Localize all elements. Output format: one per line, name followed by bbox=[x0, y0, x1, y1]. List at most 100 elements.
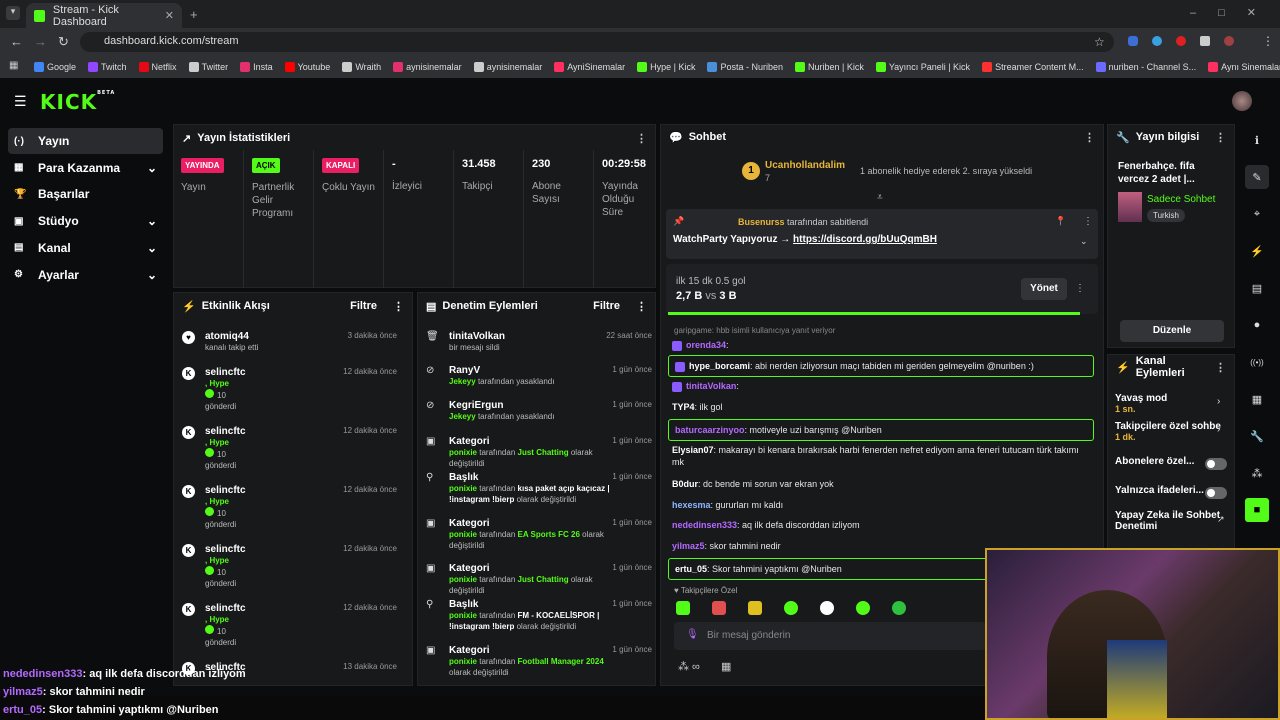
bolt-icon[interactable]: ⚡ bbox=[1245, 239, 1269, 263]
bookmark-item[interactable]: Hype | Kick bbox=[637, 62, 695, 72]
chevron-down-icon[interactable]: ⌄ bbox=[147, 214, 157, 228]
channel-action[interactable]: Yavaş mod 1 sn. bbox=[1115, 393, 1227, 415]
chat-username[interactable]: Elysian07 bbox=[672, 445, 714, 455]
chevron-down-icon[interactable]: ⌄ bbox=[147, 268, 157, 282]
sidebar-item-5[interactable]: ⚙ Ayarlar ⌄ bbox=[8, 262, 163, 288]
edit-icon[interactable]: ✎ bbox=[1245, 165, 1269, 189]
chat-username[interactable]: hexesma bbox=[672, 500, 711, 510]
close-tab-icon[interactable]: ✕ bbox=[165, 9, 174, 22]
browser-tab[interactable]: Stream - Kick Dashboard ✕ bbox=[26, 3, 182, 28]
sidebar-item-2[interactable]: 🏆 Başarılar bbox=[8, 181, 163, 207]
chat-username[interactable]: B0dur bbox=[672, 479, 698, 489]
window-controls[interactable]: –□✕ bbox=[1190, 6, 1278, 19]
toggle-switch[interactable] bbox=[1205, 458, 1227, 470]
bookmark-item[interactable]: Yayıncı Paneli | Kick bbox=[875, 62, 970, 72]
store-icon[interactable]: ▦ bbox=[721, 660, 731, 673]
nodes-icon[interactable]: ⁂ bbox=[1245, 461, 1269, 485]
bookmark-item[interactable]: aynisinemalar bbox=[393, 62, 462, 72]
activity-user[interactable]: selincftc bbox=[205, 426, 246, 437]
activity-user[interactable]: atomiq44 bbox=[205, 331, 258, 342]
moderation-target[interactable]: RanyV bbox=[449, 365, 619, 376]
chat-username[interactable]: ertu_05 bbox=[675, 564, 707, 574]
chevron-down-icon[interactable]: ⌄ bbox=[147, 241, 157, 255]
moderation-target[interactable]: tinitaVolkan bbox=[449, 331, 619, 342]
chat-username[interactable]: tinitaVolkan bbox=[686, 381, 736, 391]
prediction-menu-icon[interactable]: ⋮ bbox=[1075, 283, 1085, 294]
chevron-right-icon[interactable]: › bbox=[1217, 424, 1220, 435]
moderation-target[interactable]: Kategori bbox=[449, 563, 619, 574]
toggle-switch[interactable] bbox=[1205, 487, 1227, 499]
bookmark-star-icon[interactable]: ☆ bbox=[1094, 35, 1105, 49]
chat-username[interactable]: TYP4 bbox=[672, 402, 695, 412]
moderation-actor[interactable]: Jekeyy bbox=[449, 412, 476, 421]
moderation-target[interactable]: Kategori bbox=[449, 518, 619, 529]
back-icon[interactable]: ← bbox=[10, 34, 23, 49]
target-icon[interactable]: ⌖ bbox=[1245, 202, 1269, 226]
chat-menu-icon[interactable]: ⋮ bbox=[1084, 131, 1095, 144]
moderation-target[interactable]: Başlık bbox=[449, 472, 619, 483]
apps-icon[interactable]: ▦ bbox=[9, 60, 18, 71]
moderation-actor[interactable]: ponixie bbox=[449, 484, 477, 493]
bookmark-item[interactable]: AyniSinemalar bbox=[554, 62, 625, 72]
bookmark-item[interactable]: Twitch bbox=[88, 62, 127, 72]
sidebar-item-4[interactable]: ▤ Kanal ⌄ bbox=[8, 235, 163, 261]
sidebar-item-3[interactable]: ▣ Stüdyo ⌄ bbox=[8, 208, 163, 234]
reload-icon[interactable]: ↻ bbox=[58, 34, 69, 50]
activity-user[interactable]: selincftc bbox=[205, 603, 246, 614]
chat-username[interactable]: orenda34 bbox=[686, 340, 726, 350]
bookmark-item[interactable]: Aynı Sinemalar - Ça... bbox=[1208, 62, 1280, 72]
activity-user[interactable]: selincftc bbox=[205, 485, 246, 496]
category-link[interactable]: Sadece Sohbet bbox=[1147, 194, 1215, 205]
sidebar-item-0[interactable]: (·) Yayın bbox=[8, 128, 163, 154]
top-gifter-name[interactable]: Ucanhollandalim bbox=[765, 160, 845, 171]
hamburger-menu-icon[interactable]: ☰ bbox=[14, 93, 27, 110]
bookmark-item[interactable]: Twitter bbox=[188, 62, 228, 72]
bookmark-item[interactable]: Wraith bbox=[342, 62, 381, 72]
bookmark-item[interactable]: Netflix bbox=[138, 62, 177, 72]
forward-icon[interactable]: → bbox=[34, 34, 47, 49]
activity-user[interactable]: selincftc bbox=[205, 367, 246, 378]
moderation-actor[interactable]: ponixie bbox=[449, 530, 477, 539]
unpin-icon[interactable]: 📍 bbox=[1055, 216, 1066, 227]
pinned-menu-icon[interactable]: ⋮ bbox=[1083, 216, 1093, 227]
language-tag[interactable]: Turkish bbox=[1147, 209, 1185, 222]
moderation-actor[interactable]: Jekeyy bbox=[449, 377, 476, 386]
bookmark-item[interactable]: Posta - Nuriben bbox=[707, 62, 783, 72]
bookmark-item[interactable]: nuriben - Channel S... bbox=[1095, 62, 1196, 72]
kick-logo[interactable]: KICKBETA bbox=[40, 90, 115, 114]
broadcast-icon[interactable]: ((•)) bbox=[1245, 350, 1269, 374]
moderation-actor[interactable]: ponixie bbox=[449, 448, 477, 457]
edit-info-button[interactable]: Düzenle bbox=[1120, 320, 1224, 342]
pinned-link[interactable]: https://discord.gg/bUuQqmBH bbox=[793, 234, 937, 245]
info-menu-icon[interactable]: ⋮ bbox=[1215, 131, 1226, 144]
moderation-filter-button[interactable]: Filtre bbox=[593, 300, 620, 312]
expand-icon[interactable]: ⌄ bbox=[1080, 236, 1088, 247]
external-link-icon[interactable]: ↗ bbox=[1217, 514, 1225, 525]
extension-icons[interactable] bbox=[1128, 36, 1258, 48]
info-icon[interactable]: ℹ bbox=[1245, 128, 1269, 152]
moderation-actor[interactable]: ponixie bbox=[449, 575, 477, 584]
activity-filter-button[interactable]: Filtre bbox=[350, 300, 377, 312]
mic-icon[interactable]: 🎙 bbox=[686, 629, 699, 640]
layout-icon[interactable]: ▦ bbox=[1245, 387, 1269, 411]
wrench-icon[interactable]: 🔧 bbox=[1245, 424, 1269, 448]
bookmark-item[interactable]: aynisinemalar bbox=[473, 62, 542, 72]
chat-username[interactable]: nededinsen333 bbox=[672, 520, 737, 530]
activity-user[interactable]: selincftc bbox=[205, 544, 246, 555]
moderation-target[interactable]: Başlık bbox=[449, 599, 619, 610]
activity-menu-icon[interactable]: ⋮ bbox=[393, 300, 404, 313]
channel-action[interactable]: Takipçilere özel sohbe 1 dk. bbox=[1115, 421, 1227, 443]
kick-app-icon[interactable]: ■ bbox=[1245, 498, 1269, 522]
channel-actions-menu-icon[interactable]: ⋮ bbox=[1215, 361, 1226, 374]
bookmark-item[interactable]: Streamer Content M... bbox=[982, 62, 1084, 72]
chat-username[interactable]: yilmaz5 bbox=[672, 541, 705, 551]
chat-bubble-icon[interactable]: ● bbox=[1245, 313, 1269, 337]
sidebar-item-1[interactable]: ▦ Para Kazanma ⌄ bbox=[8, 155, 163, 181]
chevron-right-icon[interactable]: › bbox=[1217, 396, 1220, 407]
chat-username[interactable]: baturcaarzinyoo bbox=[675, 425, 745, 435]
browser-menu-icon[interactable]: ⋮ bbox=[1262, 34, 1274, 48]
chat-username[interactable]: hype_borcami bbox=[689, 361, 750, 371]
user-avatar[interactable] bbox=[1232, 91, 1252, 111]
manage-prediction-button[interactable]: Yönet bbox=[1021, 278, 1067, 300]
collapse-icon[interactable]: ⩡ bbox=[877, 192, 883, 203]
